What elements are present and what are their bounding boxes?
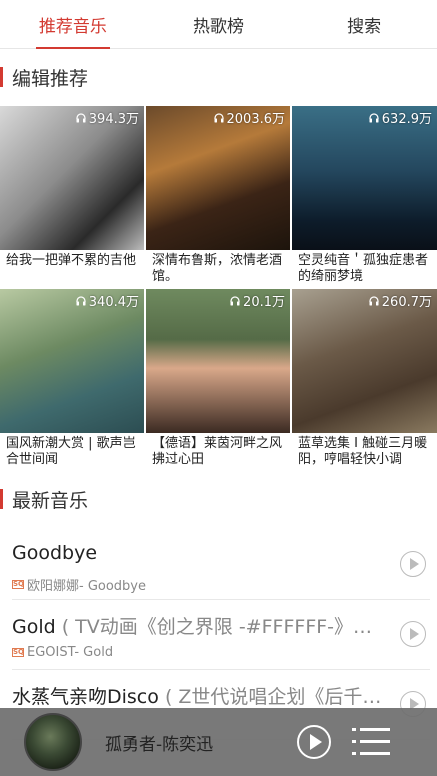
playlist-card[interactable]: 260.7万 蓝草选集 I 触碰三月暖阳，哼唱轻快小调	[292, 289, 437, 472]
playlist-card[interactable]: 632.9万 空灵纯音＇孤独症患者的绮丽梦境	[292, 106, 437, 289]
song-artist-line: SQ 欧阳娜娜- Goodbye	[12, 575, 146, 594]
playlist-title: 给我一把弹不累的吉他	[6, 253, 137, 268]
song-name: Goodbye	[12, 542, 98, 564]
play-count-value: 2003.6万	[226, 112, 286, 127]
playlist-title: 深情布鲁斯，浓情老酒馆。	[152, 253, 283, 284]
playlist-cover: 260.7万	[292, 289, 437, 433]
now-playing-cover[interactable]	[24, 713, 82, 771]
song-artist: EGOIST- Gold	[27, 645, 114, 660]
playlist-icon[interactable]	[352, 726, 390, 758]
section-title-recommend: 编辑推荐	[0, 64, 88, 90]
song-artist: 欧阳娜娜- Goodbye	[27, 579, 146, 594]
playlist-card[interactable]: 394.3万 给我一把弹不累的吉他	[0, 106, 144, 289]
song-name: Gold	[12, 616, 56, 638]
playlist-title: 【德语】莱茵河畔之风拂过心田	[152, 436, 283, 467]
headphone-icon	[213, 112, 224, 122]
play-count: 260.7万	[368, 291, 432, 310]
sq-badge: SQ	[12, 648, 24, 657]
playlist-title: 空灵纯音＇孤独症患者的绮丽梦境	[298, 253, 429, 284]
song-title: Gold ( TV动画《创之界限 -#FFFFFF-》…	[12, 612, 382, 639]
play-icon[interactable]	[400, 551, 426, 577]
play-count-value: 260.7万	[381, 295, 432, 310]
playlist-cover: 632.9万	[292, 106, 437, 250]
play-count: 394.3万	[75, 108, 139, 127]
play-count-value: 340.4万	[88, 295, 139, 310]
play-count: 340.4万	[75, 291, 139, 310]
play-count-value: 20.1万	[243, 295, 285, 310]
playlist-cover: 2003.6万	[146, 106, 290, 250]
top-tabs: 推荐音乐 热歌榜 搜索	[0, 0, 437, 49]
headphone-icon	[230, 295, 240, 305]
section-title-latest: 最新音乐	[0, 486, 88, 512]
sq-badge: SQ	[12, 580, 24, 589]
headphone-icon	[369, 112, 379, 122]
play-count: 632.9万	[368, 108, 432, 127]
song-name: 水蒸气亲吻Disco	[12, 686, 159, 708]
song-alias: ( Z世代说唱企划《后千…	[164, 686, 382, 708]
now-playing-title: 孤勇者-陈奕迅	[105, 735, 214, 755]
song-item[interactable]: Goodbye SQ 欧阳娜娜- Goodbye	[12, 530, 430, 600]
headphone-icon	[369, 295, 379, 305]
playlist-title: 蓝草选集 I 触碰三月暖阳，哼唱轻快小调	[298, 436, 428, 467]
song-artist-line: SQ EGOIST- Gold	[12, 645, 113, 660]
playlist-cover: 20.1万	[146, 289, 290, 433]
play-count: 2003.6万	[213, 108, 286, 127]
playlist-cover: 340.4万	[0, 289, 144, 433]
playlist-card[interactable]: 20.1万 【德语】莱茵河畔之风拂过心田	[146, 289, 290, 472]
song-title: 水蒸气亲吻Disco ( Z世代说唱企划《后千…	[12, 682, 382, 709]
headphone-icon	[76, 112, 86, 122]
headphone-icon	[76, 295, 86, 305]
playlist-card[interactable]: 2003.6万 深情布鲁斯，浓情老酒馆。	[146, 106, 290, 289]
play-count: 20.1万	[229, 291, 285, 310]
play-count-value: 394.3万	[88, 112, 139, 127]
playlist-cover: 394.3万	[0, 106, 144, 250]
playlist-grid: 394.3万 给我一把弹不累的吉他 2003.6万 深情布鲁斯，浓情老酒馆。 6…	[0, 106, 437, 472]
song-alias: ( TV动画《创之界限 -#FFFFFF-》…	[61, 616, 373, 638]
song-item[interactable]: Gold ( TV动画《创之界限 -#FFFFFF-》… SQ EGOIST- …	[12, 600, 430, 670]
play-icon[interactable]	[297, 725, 331, 759]
tab-search[interactable]: 搜索	[291, 0, 437, 48]
playlist-card[interactable]: 340.4万 国风新潮大赏 | 歌声岂合世间闻	[0, 289, 144, 472]
mini-player: 孤勇者-陈奕迅	[0, 708, 437, 776]
song-title: Goodbye	[12, 542, 382, 564]
tab-hot-chart[interactable]: 热歌榜	[146, 0, 292, 48]
tab-recommend[interactable]: 推荐音乐	[0, 0, 146, 48]
play-icon[interactable]	[400, 621, 426, 647]
play-count-value: 632.9万	[381, 112, 432, 127]
playlist-title: 国风新潮大赏 | 歌声岂合世间闻	[6, 436, 136, 467]
